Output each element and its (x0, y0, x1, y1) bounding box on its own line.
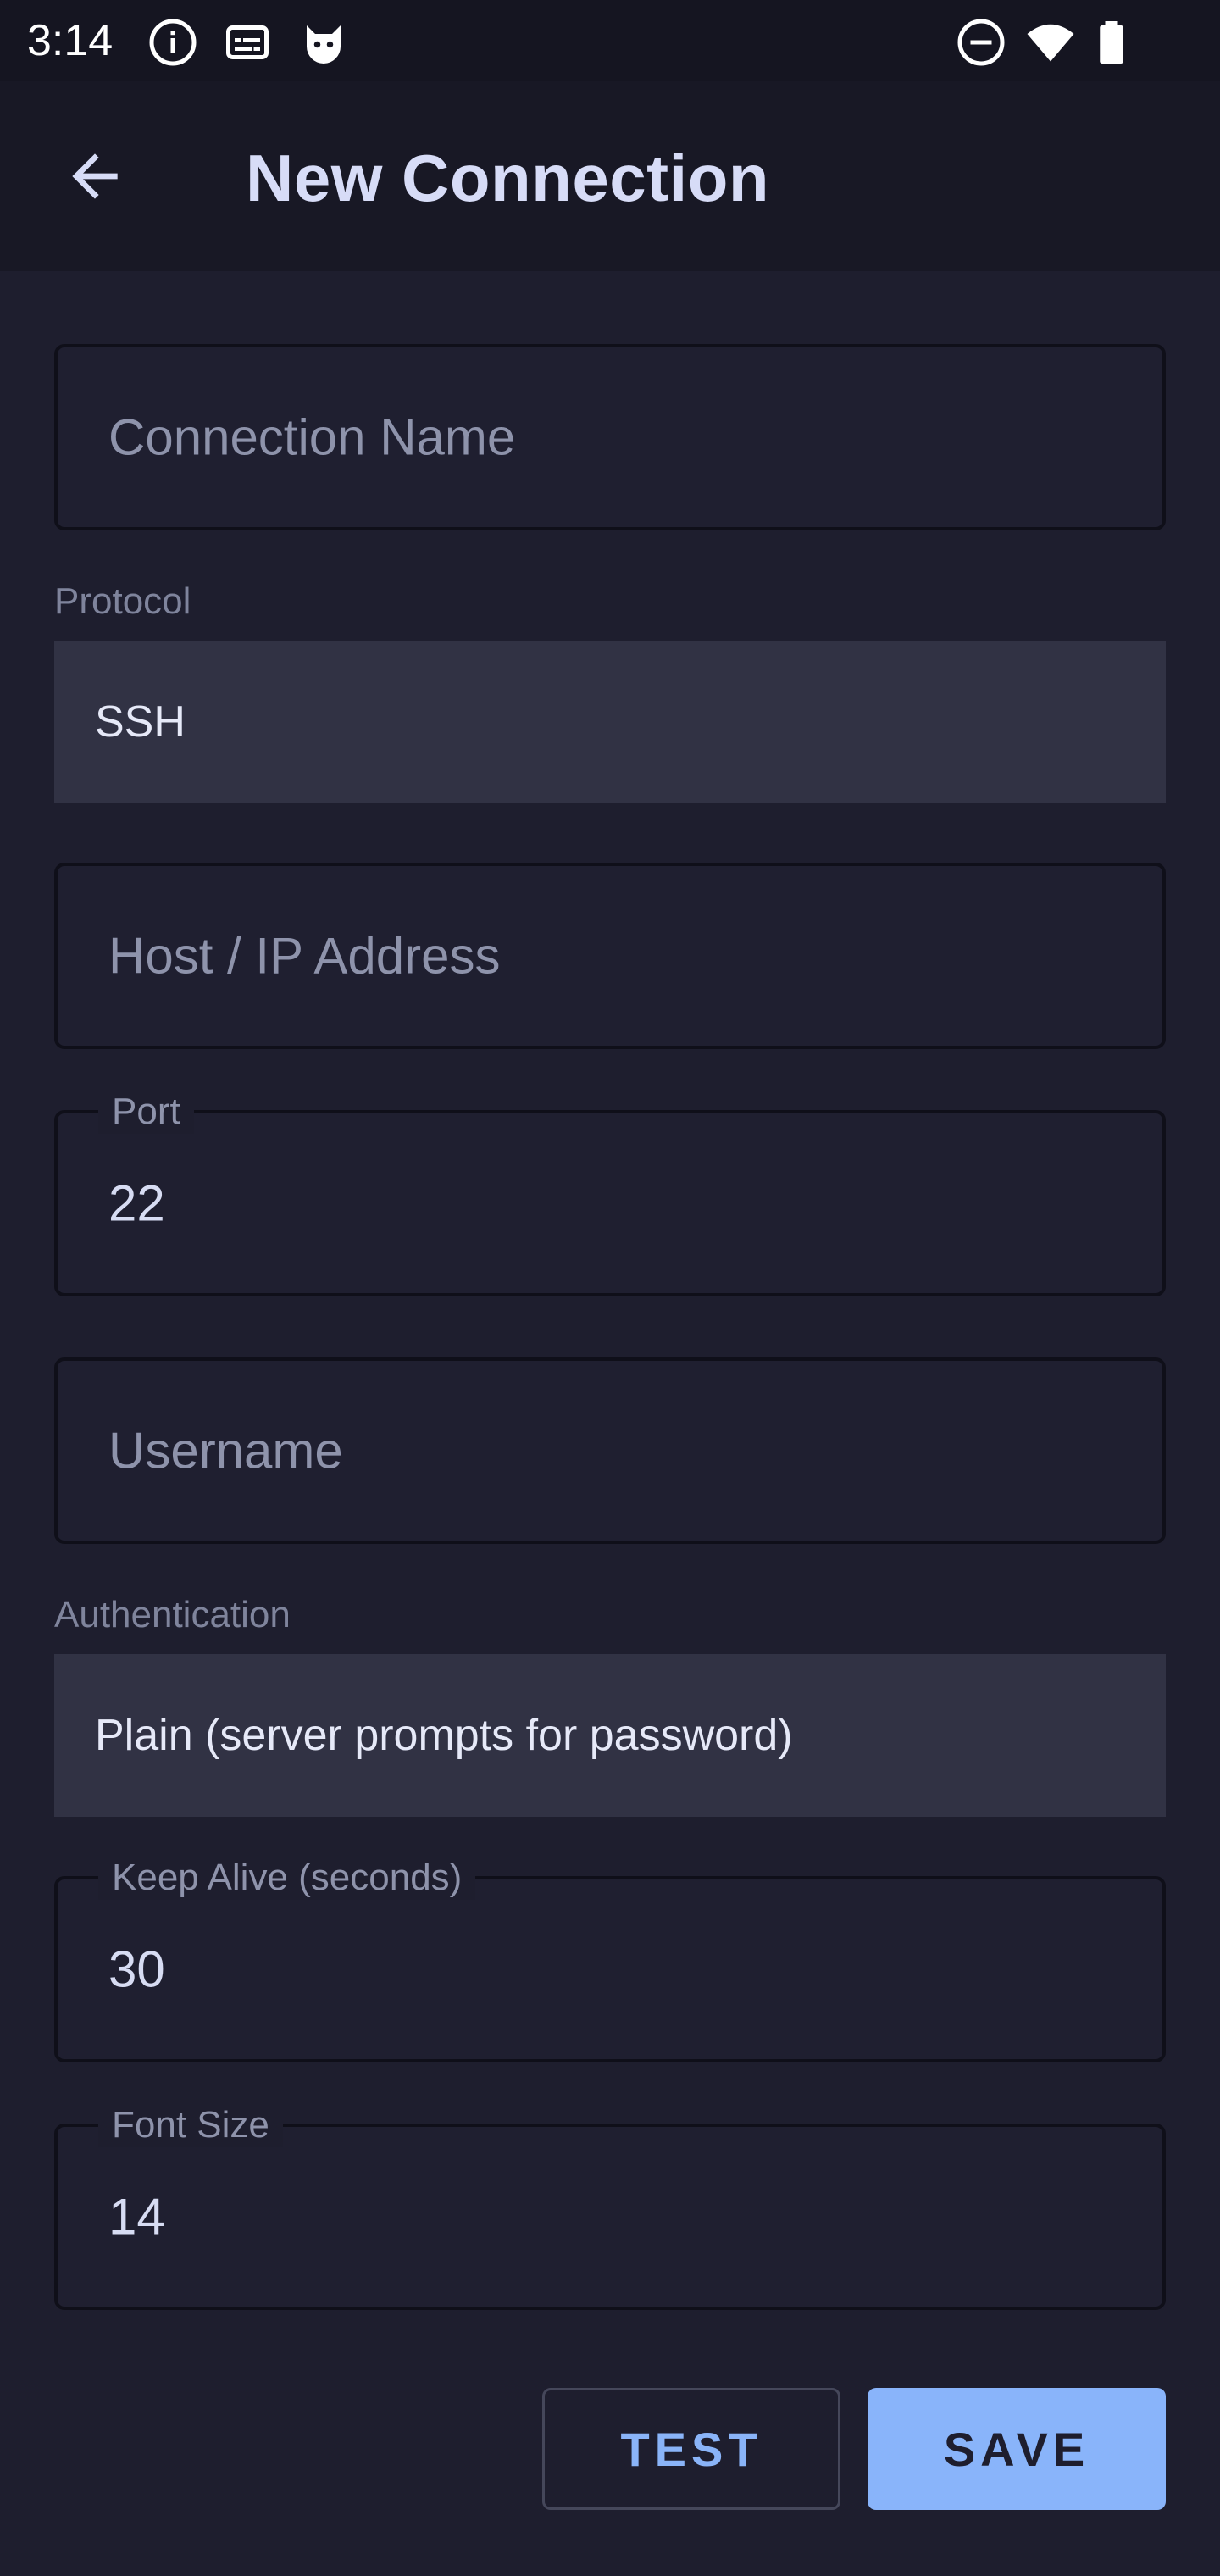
host-placeholder: Host / IP Address (108, 927, 501, 985)
username-placeholder: Username (108, 1422, 343, 1480)
protocol-select[interactable]: SSH (54, 641, 1166, 803)
do-not-disturb-icon (956, 17, 1006, 68)
protocol-value: SSH (95, 697, 186, 747)
connection-name-placeholder: Connection Name (108, 408, 516, 466)
authentication-label: Authentication (54, 1594, 291, 1635)
host-field[interactable]: Host / IP Address (54, 863, 1166, 1049)
authentication-value: Plain (server prompts for password) (95, 1711, 793, 1760)
keep-alive-field[interactable]: Keep Alive (seconds) 30 (54, 1856, 1166, 2062)
username-field[interactable]: Username (54, 1357, 1166, 1544)
status-bar: 3:14 (0, 0, 1220, 81)
keep-alive-label: Keep Alive (seconds) (98, 1856, 476, 1900)
protocol-label: Protocol (54, 580, 191, 622)
port-label: Port (98, 1090, 194, 1134)
port-field[interactable]: Port 22 (54, 1090, 1166, 1296)
font-size-label: Font Size (98, 2103, 283, 2147)
page-title: New Connection (246, 141, 770, 215)
test-button[interactable]: TEST (542, 2388, 840, 2510)
port-value: 22 (108, 1174, 165, 1232)
status-time: 3:14 (27, 16, 114, 65)
info-icon (147, 17, 198, 68)
subtitles-icon (222, 17, 273, 68)
save-button[interactable]: SAVE (868, 2388, 1166, 2510)
cat-icon (298, 17, 349, 68)
wifi-icon (1025, 17, 1076, 68)
keep-alive-value: 30 (108, 1940, 165, 1998)
arrow-back-icon (72, 153, 118, 199)
font-size-value: 14 (108, 2188, 165, 2246)
battery-icon (1086, 17, 1137, 68)
authentication-select[interactable]: Plain (server prompts for password) (54, 1654, 1166, 1817)
font-size-field[interactable]: Font Size 14 (54, 2103, 1166, 2310)
back-button[interactable] (44, 125, 146, 227)
connection-name-field[interactable]: Connection Name (54, 344, 1166, 530)
